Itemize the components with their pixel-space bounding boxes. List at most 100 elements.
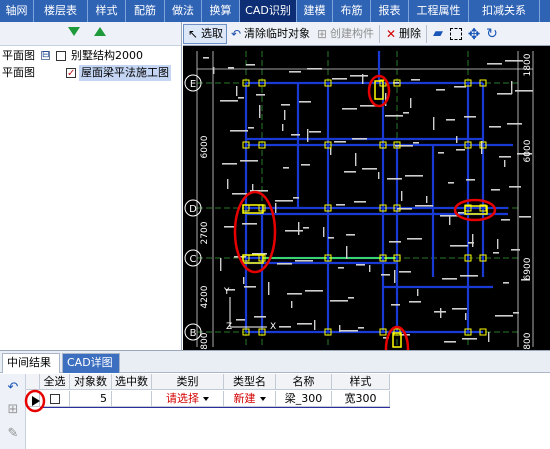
column-header[interactable]: 样式	[332, 374, 390, 390]
column-header[interactable]: 选中数	[112, 374, 152, 390]
chevron-down-icon[interactable]	[259, 397, 266, 401]
selected-count-cell[interactable]	[112, 391, 152, 407]
text-mark	[504, 160, 506, 167]
tab-cad-detail[interactable]: CAD详图	[62, 353, 120, 373]
text-mark	[489, 126, 501, 128]
text-mark	[323, 227, 325, 237]
menu-tab-4[interactable]: 做法	[165, 0, 202, 22]
text-mark	[519, 216, 531, 218]
refresh-icon[interactable]: ↻	[483, 24, 501, 44]
menu-tab-8[interactable]: 布筋	[333, 0, 371, 22]
style-cell[interactable]: 宽300	[332, 391, 390, 407]
menu-tab-6[interactable]: CAD识别	[240, 0, 297, 22]
text-mark	[352, 138, 367, 140]
undo-icon[interactable]: ↶	[5, 380, 21, 396]
text-mark	[307, 129, 309, 142]
row-checkbox[interactable]	[49, 394, 60, 404]
pan-move-icon[interactable]: ✥	[465, 24, 483, 44]
category-select[interactable]: 请选择	[152, 391, 224, 407]
menu-tab-5[interactable]: 换算	[202, 0, 240, 22]
text-mark	[487, 63, 502, 65]
menu-tab-2[interactable]: 样式	[88, 0, 126, 22]
dimension-label: 4200	[200, 285, 210, 308]
box-select-icon[interactable]	[447, 24, 465, 44]
column-header[interactable]: 类别	[152, 374, 224, 390]
cad-canvas[interactable]: EDCB 12356 60002700420018001800600069001…	[183, 47, 550, 350]
move-down-arrow-icon[interactable]	[68, 27, 80, 36]
text-mark	[399, 271, 411, 273]
menu-tab-3[interactable]: 配筋	[126, 0, 165, 22]
text-mark	[464, 116, 476, 118]
pen-icon[interactable]: ✎	[5, 426, 21, 442]
text-mark	[440, 308, 442, 318]
column-header[interactable]: 名称	[276, 374, 332, 390]
menu-tab-1[interactable]: 楼层表	[34, 0, 88, 22]
text-mark	[497, 93, 512, 95]
tree-item-checkbox[interactable]	[56, 51, 66, 61]
text-mark	[391, 304, 400, 306]
drawing-tree-panel: 平面图 ⊟ 别墅结构2000 平面图 屋面梁平法施工图	[0, 22, 182, 350]
text-mark	[511, 249, 520, 251]
clear-temp-button[interactable]: ↶ 清除临时对象	[227, 24, 313, 44]
text-mark	[238, 97, 244, 99]
select-button[interactable]: ↖ 选取	[183, 23, 227, 44]
text-mark	[488, 332, 490, 342]
text-mark	[438, 152, 444, 154]
menu-tab-7[interactable]: 建模	[297, 0, 333, 22]
tree-item-roof-beam[interactable]: 平面图 屋面梁平法施工图	[0, 65, 181, 82]
tab-intermediate-result[interactable]: 中间结果	[2, 353, 60, 373]
toolbar-divider	[379, 24, 380, 43]
column-header[interactable]: 对象数	[70, 374, 112, 390]
text-mark	[444, 341, 456, 343]
tree-item-structure[interactable]: 平面图 ⊟ 别墅结构2000	[0, 48, 181, 64]
text-mark	[338, 267, 344, 269]
menu-tab-11[interactable]: 扣减关系	[469, 0, 540, 22]
text-mark	[344, 171, 356, 173]
tree-item-name[interactable]: 别墅结构2000	[69, 48, 145, 64]
text-mark	[332, 78, 347, 80]
cad-toolbar: ↖ 选取 ↶ 清除临时对象 ⊞ 创建构件 ✕ 删除 ▰ ✥ ↻	[183, 22, 550, 46]
text-mark	[355, 153, 357, 166]
text-mark	[275, 203, 277, 213]
name-cell[interactable]: 梁_300	[276, 391, 332, 407]
select-label: 选取	[201, 26, 223, 40]
collapse-icon[interactable]: ⊟	[41, 51, 50, 60]
column-header[interactable]: 类型名	[224, 374, 276, 390]
create-member-button[interactable]: ⊞ 创建构件	[313, 24, 377, 44]
text-mark	[503, 282, 509, 284]
text-mark	[232, 193, 247, 195]
text-mark	[307, 68, 322, 70]
column-header[interactable]: 全选	[40, 374, 70, 390]
delete-button[interactable]: ✕ 删除	[382, 24, 424, 44]
category-select-value: 请选择	[166, 392, 199, 405]
app-window: { "menu": { "tabs": [ {"label": "轴网", "w…	[0, 0, 550, 449]
text-mark	[448, 182, 454, 184]
open-folder-icon[interactable]: ▰	[429, 24, 447, 44]
axis-label: C	[190, 254, 197, 265]
menu-tab-9[interactable]: 报表	[371, 0, 409, 22]
text-mark	[283, 167, 289, 169]
text-mark	[378, 172, 380, 179]
chevron-down-icon[interactable]	[203, 397, 209, 401]
text-mark	[243, 277, 245, 284]
text-mark	[222, 163, 237, 165]
menu-tab-10[interactable]: 工程属性	[409, 0, 469, 22]
move-up-arrow-icon[interactable]	[94, 27, 106, 36]
tree-item-name[interactable]: 屋面梁平法施工图	[79, 65, 171, 81]
menu-tab-0[interactable]: 轴网	[0, 0, 34, 22]
type-name-select[interactable]: 新建	[224, 391, 276, 407]
text-mark	[436, 89, 445, 91]
text-mark	[220, 258, 222, 271]
text-mark	[282, 124, 284, 131]
text-mark	[301, 164, 310, 166]
text-mark	[289, 71, 301, 73]
text-mark	[268, 282, 270, 295]
text-mark	[246, 64, 255, 66]
tree-item-checkbox[interactable]	[66, 66, 76, 82]
grid-icon[interactable]: ⊞	[5, 402, 21, 418]
text-mark	[452, 308, 467, 310]
text-mark	[314, 320, 316, 330]
dimension-label: 6000	[523, 139, 533, 162]
text-mark	[277, 263, 292, 265]
object-count-cell[interactable]: 5	[70, 391, 112, 407]
